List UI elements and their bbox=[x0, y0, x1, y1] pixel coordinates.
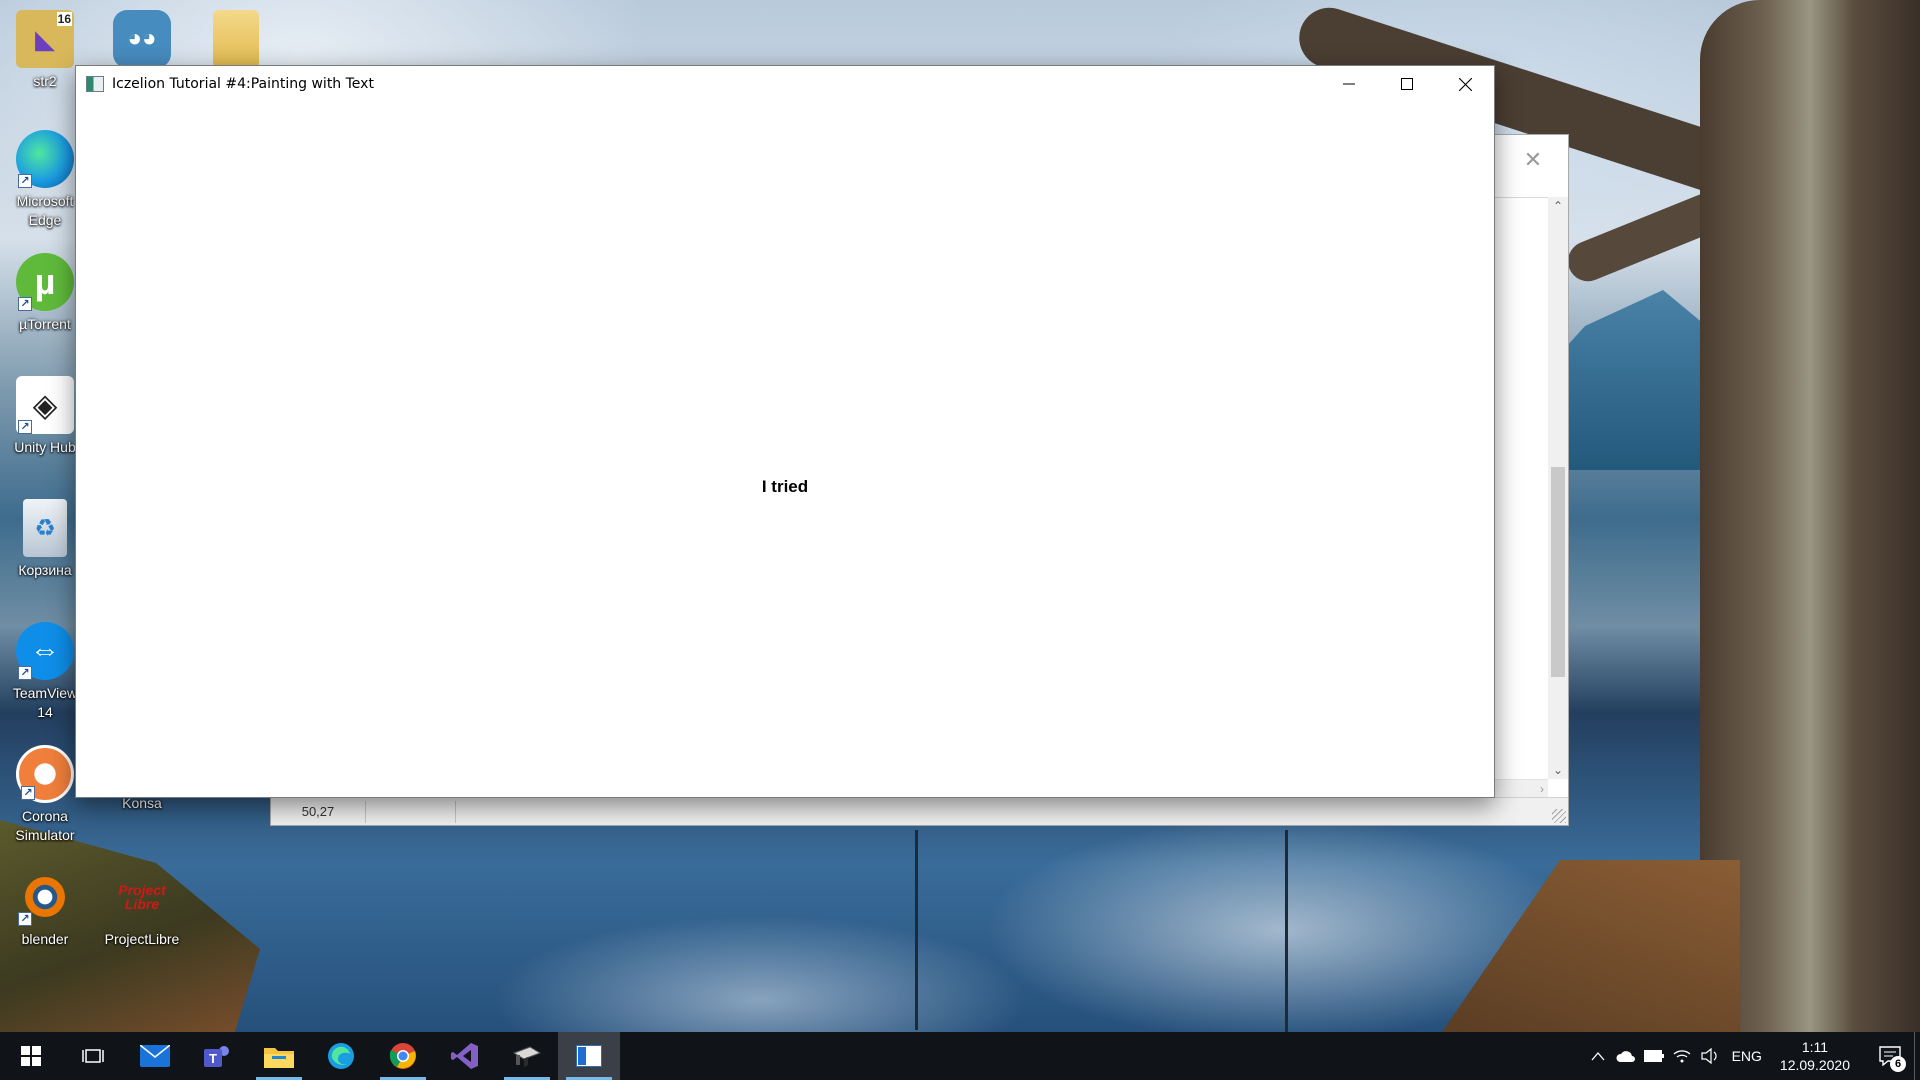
task-view-icon bbox=[82, 1049, 104, 1063]
maximize-button[interactable] bbox=[1378, 66, 1436, 102]
scrollbar-thumb[interactable] bbox=[1551, 467, 1565, 677]
chrome-icon bbox=[389, 1043, 416, 1069]
language-indicator[interactable]: ENG bbox=[1724, 1048, 1776, 1064]
wifi-icon bbox=[1673, 1050, 1691, 1063]
clock[interactable]: 1:11 12.09.2020 bbox=[1776, 1038, 1866, 1074]
painted-text: I tried bbox=[761, 477, 809, 496]
taskbar-chrome[interactable] bbox=[372, 1032, 434, 1080]
radasm-icon bbox=[512, 1046, 542, 1067]
desktop-icon-projectlibre[interactable]: Project Libre ProjectLibre bbox=[99, 868, 185, 949]
onedrive-button[interactable] bbox=[1612, 1032, 1640, 1080]
utorrent-icon: µ ↗ bbox=[16, 253, 74, 311]
recycle-bin-icon: ♻ bbox=[23, 499, 67, 557]
desktop-icon-label: µTorrent bbox=[19, 316, 71, 332]
app-window-icon[interactable] bbox=[86, 76, 104, 92]
scroll-right-icon[interactable]: › bbox=[1540, 780, 1544, 798]
godot-icon: ◕◕ bbox=[113, 10, 171, 68]
close-icon bbox=[1458, 77, 1472, 91]
projectlibre-icon: Project Libre bbox=[118, 882, 166, 912]
desktop-icon-label: str2 bbox=[33, 73, 57, 89]
wallpaper-mast bbox=[915, 830, 918, 1030]
visual-studio-icon bbox=[451, 1043, 478, 1069]
app-window[interactable]: Iczelion Tutorial #4:Painting with Text … bbox=[75, 65, 1495, 798]
close-icon[interactable]: ✕ bbox=[1510, 145, 1556, 175]
speaker-icon bbox=[1700, 1048, 1717, 1064]
svg-text:T: T bbox=[209, 1051, 217, 1066]
taskbar-teams[interactable]: T bbox=[186, 1032, 248, 1080]
edge-icon: ↗ bbox=[16, 130, 74, 188]
window-controls bbox=[1320, 66, 1494, 102]
vertical-scrollbar[interactable]: ⌃ ⌄ bbox=[1548, 197, 1568, 779]
window-client-area[interactable]: I tried bbox=[76, 102, 1494, 797]
desktop-icon-godot[interactable]: ◕◕ bbox=[99, 10, 185, 68]
visual-studio-file-icon: ◣ 16 bbox=[16, 10, 74, 68]
desktop-icon-label: Корзина bbox=[18, 562, 72, 578]
desktop-icon-label: Corona Simulator bbox=[15, 808, 75, 843]
scroll-down-icon[interactable]: ⌄ bbox=[1548, 761, 1568, 779]
status-cell-position: 50,27 bbox=[271, 800, 366, 823]
notification-badge: 6 bbox=[1890, 1056, 1906, 1072]
maximize-icon bbox=[1401, 78, 1413, 90]
shortcut-arrow-icon: ↗ bbox=[18, 297, 32, 311]
scroll-up-icon[interactable]: ⌃ bbox=[1548, 197, 1568, 215]
desktop-icon-label: Microsoft Edge bbox=[16, 193, 74, 228]
taskbar: T ENG 1:11 12.09.2020 6 bbox=[0, 1032, 1920, 1080]
task-view-button[interactable] bbox=[62, 1032, 124, 1080]
onedrive-cloud-icon bbox=[1616, 1051, 1635, 1062]
desktop-icon-label: TeamView 14 bbox=[12, 685, 78, 720]
file-explorer-icon bbox=[264, 1048, 294, 1068]
unity-hub-icon: ◈ ↗ bbox=[16, 376, 74, 434]
taskbar-mail[interactable] bbox=[124, 1032, 186, 1080]
start-button[interactable] bbox=[0, 1032, 62, 1080]
desktop-icon-blender[interactable]: ↗ blender bbox=[2, 868, 88, 949]
resize-grip-icon[interactable] bbox=[1552, 809, 1566, 823]
battery-button[interactable] bbox=[1640, 1032, 1668, 1080]
taskbar-visual-studio[interactable] bbox=[434, 1032, 496, 1080]
blender-icon: ↗ bbox=[16, 868, 74, 926]
taskbar-iczelion-app[interactable] bbox=[558, 1032, 620, 1080]
action-center-button[interactable]: 6 bbox=[1866, 1032, 1914, 1080]
window-titlebar[interactable]: Iczelion Tutorial #4:Painting with Text bbox=[76, 66, 1494, 102]
window-title: Iczelion Tutorial #4:Painting with Text bbox=[112, 76, 374, 92]
clock-time: 1:11 bbox=[1801, 1039, 1829, 1055]
shortcut-arrow-icon: ↗ bbox=[18, 174, 32, 188]
network-button[interactable] bbox=[1668, 1032, 1696, 1080]
taskbar-edge[interactable] bbox=[310, 1032, 372, 1080]
teamviewer-icon: ⇔ ↗ bbox=[16, 622, 74, 680]
edge-icon bbox=[328, 1043, 354, 1069]
shortcut-arrow-icon: ↗ bbox=[18, 666, 32, 680]
clock-date: 12.09.2020 bbox=[1779, 1057, 1850, 1073]
show-desktop-button[interactable] bbox=[1914, 1032, 1920, 1080]
shortcut-arrow-icon: ↗ bbox=[18, 420, 32, 434]
mail-icon bbox=[140, 1045, 170, 1067]
desktop-icon-label: Unity Hub bbox=[14, 439, 76, 455]
desktop-icon-label: blender bbox=[21, 931, 69, 947]
system-tray: ENG 1:11 12.09.2020 6 bbox=[1584, 1032, 1920, 1080]
show-hidden-icons-button[interactable] bbox=[1584, 1032, 1612, 1080]
desktop-icon-label: ProjectLibre bbox=[104, 931, 180, 947]
minimize-icon bbox=[1343, 83, 1355, 85]
status-cell bbox=[366, 800, 456, 823]
wallpaper-mast bbox=[1285, 830, 1288, 1040]
folder-icon bbox=[213, 10, 259, 68]
taskbar-radasm[interactable] bbox=[496, 1032, 558, 1080]
app-window-icon bbox=[576, 1045, 602, 1067]
teams-icon: T bbox=[204, 1046, 229, 1067]
shortcut-arrow-icon: ↗ bbox=[18, 912, 32, 926]
windows-start-icon bbox=[21, 1046, 41, 1066]
chevron-up-icon bbox=[1591, 1052, 1605, 1061]
desktop-icon-folder[interactable] bbox=[193, 10, 279, 68]
status-bar: 50,27 bbox=[271, 797, 1568, 825]
minimize-button[interactable] bbox=[1320, 66, 1378, 102]
shortcut-arrow-icon: ↗ bbox=[21, 786, 35, 800]
volume-button[interactable] bbox=[1696, 1032, 1724, 1080]
battery-icon bbox=[1643, 1050, 1664, 1062]
taskbar-file-explorer[interactable] bbox=[248, 1032, 310, 1080]
close-button[interactable] bbox=[1436, 66, 1494, 102]
corona-simulator-icon: ↗ bbox=[16, 745, 74, 803]
